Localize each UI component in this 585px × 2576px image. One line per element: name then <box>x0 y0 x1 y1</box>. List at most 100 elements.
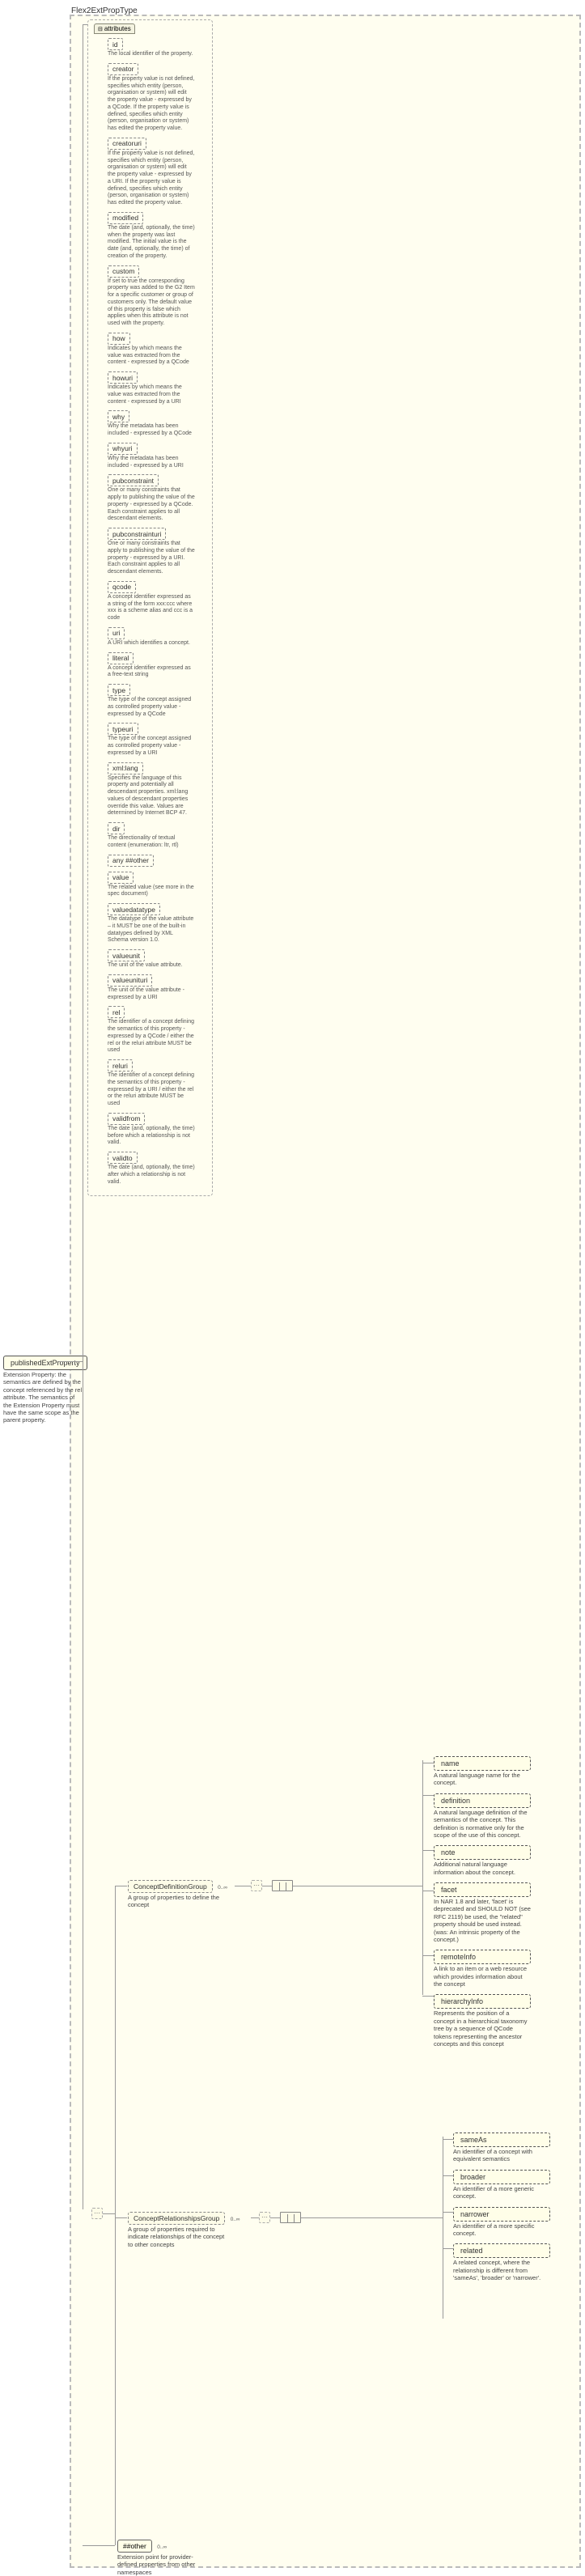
attribute-desc: The datatype of the value attribute – it… <box>108 916 195 944</box>
attribute-desc: The unit of the value attribute - expres… <box>108 987 195 1002</box>
attribute-name: howuri <box>108 371 138 384</box>
attribute-reluri: reluriThe identifier of a concept defini… <box>108 1059 207 1108</box>
attribute-name: dir <box>108 822 125 834</box>
attribute-desc: The unit of the value attribute. <box>108 962 195 970</box>
sequence-indicator <box>272 1880 293 1891</box>
attribute-name: any ##other <box>108 855 154 867</box>
attribute-name: modified <box>108 212 143 224</box>
attribute-creator: creatorIf the property value is not defi… <box>108 63 207 133</box>
child-element-label: note <box>434 1845 531 1860</box>
attribute-id: idThe local identifier of the property. <box>108 38 207 58</box>
attribute-name: xml:lang <box>108 762 143 774</box>
root-element-label: publishedExtProperty <box>3 1356 87 1370</box>
attribute-qcode: qcodeA concept identifier expressed as a… <box>108 581 207 622</box>
concept-relationships-group-label: ConceptRelationshipsGroup <box>128 2212 225 2225</box>
attribute-valueunituri: valueunituriThe unit of the value attrib… <box>108 974 207 1002</box>
concept-definition-group-label: ConceptDefinitionGroup <box>128 1880 213 1893</box>
attribute-uri: uriA URI which identifies a concept. <box>108 627 207 647</box>
concept-relationships-group-desc: A group of properties required to indica… <box>128 2226 225 2248</box>
child-element-label: narrower <box>453 2207 550 2222</box>
child-element-label: hierarchyInfo <box>434 1994 531 2009</box>
root-element-desc: Extension Property: the semantics are de… <box>3 1371 84 1424</box>
child-element-label: sameAs <box>453 2133 550 2147</box>
cardinality: 0..∞ <box>231 2217 240 2222</box>
child-element-desc: A natural language definition of the sem… <box>434 1809 531 1840</box>
attribute-desc: The type of the concept assigned as cont… <box>108 736 195 757</box>
child-element-desc: In NAR 1.8 and later, 'facet' is depreca… <box>434 1898 531 1943</box>
model-indicator: ⋯ <box>251 1880 262 1891</box>
child-element-desc: An identifier of a more specific concept… <box>453 2222 550 2238</box>
child-element-desc: An identifier of a concept with equivale… <box>453 2148 550 2163</box>
attribute-why: whyWhy the metadata has been included - … <box>108 410 207 438</box>
attribute-desc: The identifier of a concept defining the… <box>108 1072 195 1108</box>
attribute-pubconstrainturi: pubconstrainturiOne or many constraints … <box>108 528 207 576</box>
child-element-narrower: narrowerAn identifier of a more specific… <box>453 2207 550 2238</box>
concept-relationships-children: sameAsAn identifier of a concept with eq… <box>453 2133 550 2288</box>
attribute-desc: The date (and, optionally, the time) bef… <box>108 1126 195 1147</box>
attributes-panel: attributes idThe local identifier of the… <box>87 19 213 1196</box>
child-element-label: related <box>453 2243 550 2258</box>
attribute-name: whyuri <box>108 443 138 455</box>
concept-relationships-group: ConceptRelationshipsGroup 0..∞ A group o… <box>128 2212 240 2248</box>
attribute-name: uri <box>108 627 125 639</box>
attribute-literal: literalA concept identifier expressed as… <box>108 652 207 680</box>
child-element-definition: definitionA natural language definition … <box>434 1793 531 1840</box>
attribute-dir: dirThe directionality of textual content… <box>108 822 207 850</box>
attribute-desc: The identifier of a concept defining the… <box>108 1019 195 1055</box>
extension-any-other-desc: Extension point for provider-defined pro… <box>117 2553 198 2576</box>
model-indicator: ⋯ <box>259 2212 270 2223</box>
attribute-desc: The local identifier of the property. <box>108 51 195 58</box>
attribute-name: creator <box>108 63 138 75</box>
model-indicator: ⋯ <box>91 2208 103 2219</box>
child-element-desc: Additional natural language information … <box>434 1861 531 1876</box>
attribute-type: typeThe type of the concept assigned as … <box>108 684 207 718</box>
attribute-name: valueunituri <box>108 974 152 987</box>
child-element-note: noteAdditional natural language informat… <box>434 1845 531 1876</box>
attribute-validfrom: validfromThe date (and, optionally, the … <box>108 1113 207 1147</box>
attribute-name: valuedatatype <box>108 903 160 915</box>
child-element-label: remoteInfo <box>434 1950 531 1964</box>
child-element-desc: An identifier of a more generic concept. <box>453 2185 550 2200</box>
attribute-modified: modifiedThe date (and, optionally, the t… <box>108 212 207 261</box>
child-element-sameAs: sameAsAn identifier of a concept with eq… <box>453 2133 550 2163</box>
child-element-desc: A natural language name for the concept. <box>434 1772 531 1787</box>
child-element-remoteInfo: remoteInfoA link to an item or a web res… <box>434 1950 531 1988</box>
attribute-name: type <box>108 684 130 696</box>
attribute-desc: Indicates by which means the value was e… <box>108 384 195 405</box>
attribute-desc: The date (and, optionally, the time) aft… <box>108 1165 195 1186</box>
concept-definition-group: ConceptDefinitionGroup 0..∞ A group of p… <box>128 1880 227 1909</box>
child-element-desc: A link to an item or a web resource whic… <box>434 1965 531 1988</box>
child-element-hierarchyInfo: hierarchyInfoRepresents the position of … <box>434 1994 531 2048</box>
attribute-name: id <box>108 38 123 50</box>
attribute-name: how <box>108 333 130 345</box>
child-element-label: broader <box>453 2170 550 2184</box>
child-element-broader: broaderAn identifier of a more generic c… <box>453 2170 550 2200</box>
extension-any-other-label: ##other <box>117 2540 152 2553</box>
attribute-name: custom <box>108 265 139 278</box>
attribute-desc: If set to true the corresponding propert… <box>108 278 195 328</box>
concept-definition-children: nameA natural language name for the conc… <box>434 1756 531 2054</box>
attribute-name: pubconstraint <box>108 474 159 486</box>
attribute-name: reluri <box>108 1059 133 1072</box>
attribute-validto: validtoThe date (and, optionally, the ti… <box>108 1152 207 1186</box>
attribute-creatoruri: creatoruriIf the property value is not d… <box>108 138 207 207</box>
attribute-desc: A concept identifier expressed as a free… <box>108 665 195 680</box>
attribute-whyuri: whyuriWhy the metadata has been included… <box>108 443 207 470</box>
attribute-desc: The directionality of textual content (e… <box>108 835 195 850</box>
child-element-label: definition <box>434 1793 531 1808</box>
child-element-name: nameA natural language name for the conc… <box>434 1756 531 1787</box>
child-element-label: facet <box>434 1882 531 1897</box>
attribute-name: qcode <box>108 581 136 593</box>
attribute-desc: The type of the concept assigned as cont… <box>108 697 195 718</box>
attribute-valueunit: valueunitThe unit of the value attribute… <box>108 949 207 970</box>
attribute-desc: One or many constraints that apply to pu… <box>108 541 195 576</box>
attribute-how: howIndicates by which means the value wa… <box>108 333 207 367</box>
attribute-desc: The related value (see more in the spec … <box>108 885 195 899</box>
attribute-name: valueunit <box>108 949 145 961</box>
attribute-desc: The date (and, optionally, the time) whe… <box>108 225 195 261</box>
attribute-name: validfrom <box>108 1113 145 1125</box>
attribute-desc: If the property value is not defined, sp… <box>108 76 195 133</box>
child-element-desc: A related concept, where the relationshi… <box>453 2259 550 2281</box>
attribute-howuri: howuriIndicates by which means the value… <box>108 371 207 405</box>
sequence-indicator <box>280 2212 301 2223</box>
